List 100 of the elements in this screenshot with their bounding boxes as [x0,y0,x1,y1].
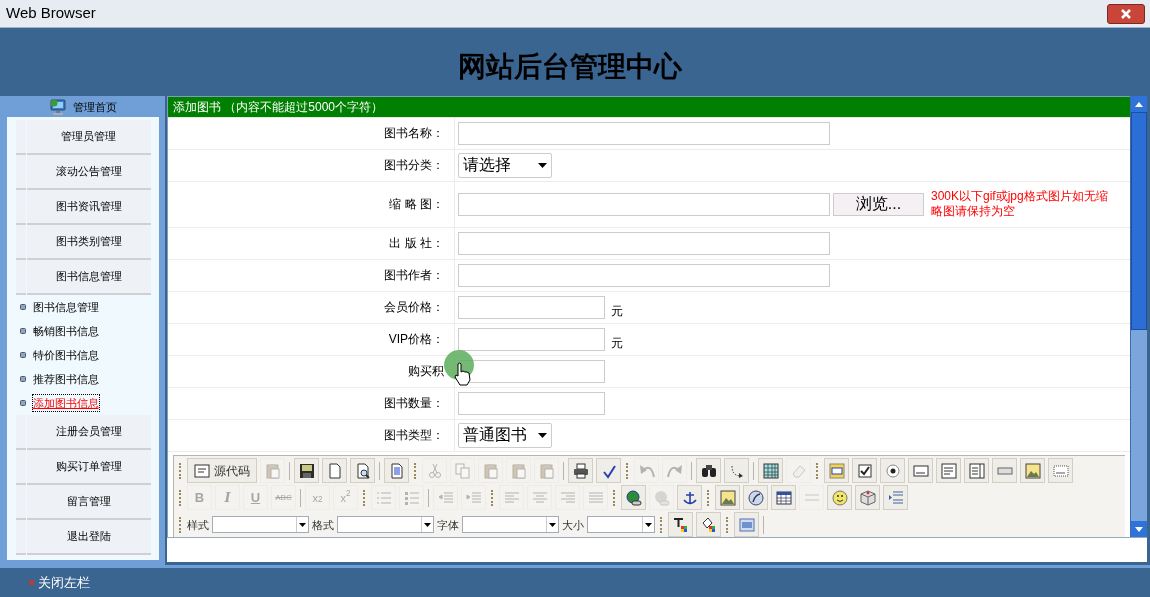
page-icon [326,463,343,479]
submenu-link[interactable]: 图书信息管理 [32,298,99,316]
scroll-thumb[interactable] [1131,112,1147,330]
sidebar-item[interactable]: 管理员管理 [26,120,151,155]
submenu-link[interactable]: 畅销图书信息 [32,322,99,340]
printer-icon [572,463,589,479]
computer-icon [48,98,67,116]
toolbar-dropdown[interactable] [462,516,559,534]
sidebar-item[interactable]: 图书类别管理 [26,225,151,260]
panel-icon [738,517,755,533]
sidebar-item[interactable]: 滚动公告管理 [26,155,151,190]
submenu-link[interactable]: 推荐图书信息 [32,370,99,388]
toolbar-button[interactable] [743,485,768,511]
field-label: 图书类型： [384,427,444,445]
clipboard-icon [510,463,527,479]
text-field-icon [912,463,929,479]
bullet-icon [19,328,26,334]
toolbar-label: 字体 [437,517,459,533]
toolbar-dropdown[interactable] [337,516,434,534]
scroll-up-button[interactable] [1131,96,1147,112]
toolbar-dropdown[interactable] [212,516,309,534]
sidebar-item-edge [15,190,26,225]
toolbar-button[interactable] [568,458,593,484]
sidebar-item-edge [15,485,26,520]
submenu-link[interactable]: 特价图书信息 [32,346,99,364]
close-icon [28,579,35,586]
browse-button[interactable]: 浏览... [833,193,924,216]
sidebar-item[interactable]: 图书资讯管理 [26,190,151,225]
page-break-icon [887,490,904,506]
sidebar-item-edge [15,520,26,555]
sidebar-item-edge [15,415,26,450]
floppy-icon [298,463,315,479]
eraser-icon [790,463,807,479]
toolbar-label: 大小 [562,517,584,533]
upload-hint: 300K以下gif或jpg格式图片如无缩略图请保持为空 [931,189,1109,220]
caret-icon [645,523,652,527]
sidebar-item-edge [15,450,26,485]
align-left-icon [503,490,520,506]
toolbar-button[interactable] [696,512,721,537]
input-field[interactable] [458,328,605,351]
input-field[interactable] [458,392,605,415]
sidebar-item[interactable]: 留言管理 [26,485,151,520]
sidebar-item[interactable]: 图书信息管理 [26,260,151,295]
align-right-icon [559,490,576,506]
toolbar-button[interactable] [350,458,375,484]
bullet-icon [19,376,26,382]
toolbar-button[interactable] [880,458,905,484]
page-title: 网站后台管理中心 [458,49,682,85]
bullet-icon [19,352,26,358]
scissors-icon [426,463,443,479]
input-field[interactable] [458,193,830,216]
caret-icon [538,163,547,168]
close-button[interactable] [1107,3,1145,24]
source-icon [194,463,210,479]
field-label: 购买积 [408,363,444,381]
image-icon [1024,463,1041,479]
sidebar-item-edge [15,120,26,155]
scroll-down-button[interactable] [1131,521,1147,537]
input-field[interactable] [458,122,830,145]
grid-icon [762,463,779,479]
link-icon [625,490,642,506]
toolbar-button[interactable] [294,458,319,484]
checkbox-icon [856,463,873,479]
select-dropdown[interactable]: 普通图书 [458,423,552,448]
spellcheck-icon [600,463,617,479]
list-box-icon [968,463,985,479]
close-sidebar-link[interactable]: 关闭左栏 [38,572,90,593]
sidebar-item[interactable]: 注册会员管理 [26,415,151,450]
home-link[interactable]: 管理首页 [72,98,117,116]
select-dropdown[interactable]: 请选择 [458,153,552,178]
field-label: 图书数量： [384,395,444,413]
justify-icon [587,490,604,506]
vertical-scrollbar[interactable] [1130,96,1147,537]
paint-bucket-icon [700,517,717,533]
input-field[interactable] [458,296,605,319]
sidebar-item[interactable]: 退出登陆 [26,520,151,555]
toolbar-button[interactable] [771,485,796,511]
toolbar-button[interactable] [696,458,721,484]
field-label: 出 版 社： [389,235,444,253]
text-area-icon [940,463,957,479]
anchor-icon [681,490,698,506]
undo-icon [638,463,655,479]
input-field[interactable] [458,264,830,287]
sidebar-item[interactable]: 购买订单管理 [26,450,151,485]
toolbar-button[interactable] [677,485,702,511]
bullet-icon [19,304,26,310]
submenu-link[interactable]: 添加图书信息 [32,394,99,412]
binoculars-icon [700,463,717,479]
toolbar-button[interactable] [596,458,621,484]
down-arrow-icon [1135,526,1143,532]
toolbar-button[interactable] [668,512,693,537]
toolbar-button[interactable] [852,458,877,484]
toolbar-button[interactable] [621,485,646,511]
toolbar-label: 样式 [187,517,209,533]
input-field[interactable] [458,232,830,255]
toolbar-button[interactable]: 源代码 [187,458,257,484]
caret-icon [538,433,547,438]
radio-icon [884,463,901,479]
toolbar-dropdown[interactable] [587,516,655,534]
unit-label: 元 [611,335,623,353]
